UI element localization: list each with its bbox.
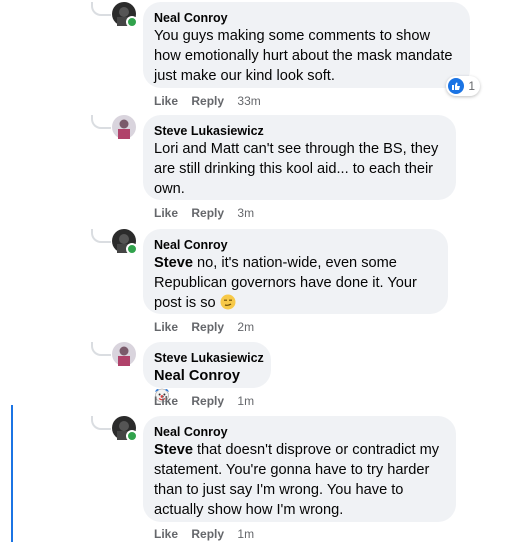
comment-actions: Like Reply 33m (154, 94, 261, 108)
reply-button[interactable]: Reply (191, 394, 224, 408)
smirk-face-emoji-icon (220, 294, 236, 316)
comment-author[interactable]: Neal Conroy (154, 237, 436, 253)
like-button[interactable]: Like (154, 94, 178, 108)
comment-text: Steve that doesn't disprove or contradic… (154, 440, 444, 520)
comment-text-body: no, it's nation-wide, even some Republic… (154, 255, 417, 311)
reply-button[interactable]: Reply (191, 527, 224, 541)
comment-text: You guys making some comments to show ho… (154, 28, 453, 84)
comment-author[interactable]: Steve Lukasiewicz (154, 350, 264, 366)
online-status-dot (126, 16, 138, 28)
thread-connector (91, 2, 111, 16)
comment-timestamp[interactable]: 2m (237, 320, 254, 334)
comment-author[interactable]: Neal Conroy (154, 10, 458, 26)
thread-connector (91, 342, 111, 356)
comment-text: Lori and Matt can't see through the BS, … (154, 141, 439, 197)
mention-link[interactable]: Steve (154, 442, 193, 458)
avatar[interactable] (112, 115, 136, 139)
avatar[interactable] (112, 229, 138, 255)
reaction-count: 1 (468, 79, 475, 93)
comment-actions: Like Reply 2m (154, 320, 254, 334)
comment-bubble: Neal Conroy Steve that doesn't disprove … (143, 416, 456, 522)
comment-text-body: that doesn't disprove or contradict my s… (154, 442, 440, 518)
comment-bubble: Neal Conroy Steve no, it's nation-wide, … (143, 229, 448, 314)
like-button[interactable]: Like (154, 394, 178, 408)
online-status-dot (126, 243, 138, 255)
comment-bubble: Steve Lukasiewicz Neal Conroy (143, 342, 271, 403)
comment-author[interactable]: Neal Conroy (154, 424, 444, 440)
avatar[interactable] (112, 2, 138, 28)
comment-bubble: Neal Conroy You guys making some comment… (143, 2, 480, 96)
comment-timestamp[interactable]: 3m (237, 206, 254, 220)
comment-timestamp[interactable]: 1m (237, 527, 254, 541)
comment-timestamp[interactable]: 1m (237, 394, 254, 408)
mention-link[interactable]: Steve (154, 255, 193, 271)
reply-button[interactable]: Reply (191, 94, 224, 108)
like-button[interactable]: Like (154, 527, 178, 541)
thread-connector (91, 115, 111, 129)
avatar[interactable] (112, 342, 136, 366)
like-reaction-icon (448, 78, 465, 94)
comment-bubble: Steve Lukasiewicz Lori and Matt can't se… (143, 115, 456, 200)
reply-button[interactable]: Reply (191, 206, 224, 220)
comment-actions: Like Reply 1m (154, 527, 254, 541)
comment-timestamp[interactable]: 33m (237, 94, 260, 108)
like-button[interactable]: Like (154, 320, 178, 334)
like-button[interactable]: Like (154, 206, 178, 220)
mention-link[interactable]: Neal Conroy (154, 368, 240, 384)
reply-button[interactable]: Reply (191, 320, 224, 334)
thread-connector (91, 416, 111, 430)
thread-connector (91, 229, 111, 243)
comment-actions: Like Reply 1m (154, 394, 254, 408)
online-status-dot (126, 430, 138, 442)
comment-author[interactable]: Steve Lukasiewicz (154, 123, 444, 139)
reaction-summary[interactable]: 1 (446, 76, 480, 96)
comment-text: Steve no, it's nation-wide, even some Re… (154, 253, 436, 316)
comment-actions: Like Reply 3m (154, 206, 254, 220)
avatar[interactable] (112, 416, 138, 442)
active-thread-indicator (11, 405, 13, 542)
